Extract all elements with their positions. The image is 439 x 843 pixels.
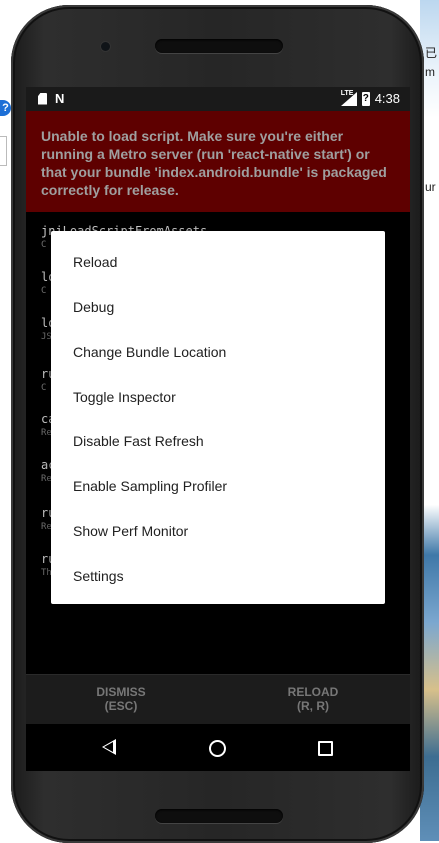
n-notification-icon: N bbox=[55, 91, 65, 106]
lte-label: LTE bbox=[340, 89, 354, 97]
home-icon[interactable] bbox=[209, 740, 226, 757]
desktop-text-fragment: m bbox=[425, 65, 435, 79]
error-banner: Unable to load script. Make sure you're … bbox=[26, 111, 410, 212]
top-speaker bbox=[155, 39, 283, 53]
desktop-text-fragment: 已 bbox=[425, 46, 438, 60]
front-camera bbox=[101, 42, 110, 51]
menu-item-toggle-inspector[interactable]: Toggle Inspector bbox=[73, 389, 176, 405]
reload-label: RELOAD bbox=[287, 685, 339, 699]
recents-icon[interactable] bbox=[318, 741, 333, 756]
menu-item-enable-sampling-profiler[interactable]: Enable Sampling Profiler bbox=[73, 478, 227, 494]
menu-item-disable-fast-refresh[interactable]: Disable Fast Refresh bbox=[73, 433, 204, 449]
status-bar: N LTE 4:38 bbox=[26, 87, 410, 111]
redbox-actions: DISMISS (ESC) RELOAD (R, R) bbox=[26, 674, 410, 725]
menu-item-settings[interactable]: Settings bbox=[73, 568, 124, 584]
error-message: Unable to load script. Make sure you're … bbox=[41, 128, 387, 198]
reload-shortcut: (R, R) bbox=[297, 699, 329, 713]
status-time: 4:38 bbox=[374, 91, 400, 106]
dismiss-button[interactable]: DISMISS (ESC) bbox=[46, 685, 196, 713]
dismiss-label: DISMISS bbox=[96, 685, 146, 699]
desktop-text-fragment: ur bbox=[425, 180, 436, 194]
signal-icon: LTE bbox=[340, 89, 357, 106]
android-navigation-bar bbox=[26, 724, 410, 771]
bottom-speaker bbox=[155, 809, 283, 823]
menu-item-show-perf-monitor[interactable]: Show Perf Monitor bbox=[73, 523, 188, 539]
menu-item-reload[interactable]: Reload bbox=[73, 254, 117, 270]
menu-item-debug[interactable]: Debug bbox=[73, 299, 114, 315]
back-icon[interactable] bbox=[102, 739, 116, 755]
dev-menu-dialog: Reload Debug Change Bundle Location Togg… bbox=[51, 231, 385, 604]
dismiss-shortcut: (ESC) bbox=[104, 699, 138, 713]
menu-item-change-bundle-location[interactable]: Change Bundle Location bbox=[73, 344, 226, 360]
sd-card-icon bbox=[38, 92, 47, 105]
reload-button[interactable]: RELOAD (R, R) bbox=[238, 685, 388, 713]
battery-icon bbox=[361, 91, 370, 106]
desktop-window-edge bbox=[0, 136, 7, 166]
